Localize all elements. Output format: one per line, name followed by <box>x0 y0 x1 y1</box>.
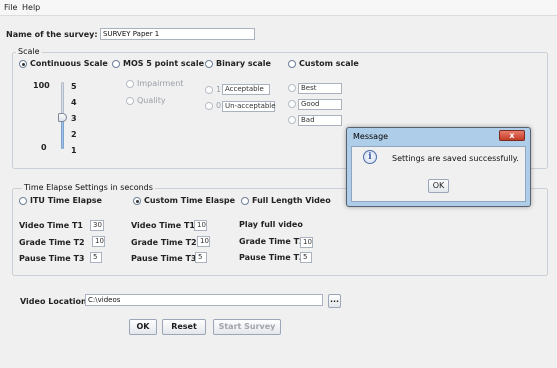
binary-one-label: 1 <box>216 85 222 94</box>
itu-t2-label: Grade Time T2 <box>19 238 85 247</box>
ok-button[interactable]: OK <box>129 319 157 335</box>
slider-tick-label: 5 <box>71 82 77 91</box>
slider-tick-label: 1 <box>71 146 77 155</box>
binary-scale-radio[interactable] <box>205 60 213 68</box>
mos5-scale-radio[interactable] <box>112 60 120 68</box>
mos-quality-label: Quality <box>137 96 166 105</box>
full-length-label: Full Length Video <box>252 196 331 205</box>
continuous-scale-label: Continuous Scale <box>30 59 108 68</box>
custom-bad-radio[interactable] <box>288 116 296 124</box>
slider-tick-label: 2 <box>71 130 77 139</box>
custom-time-label: Custom Time Elaspe <box>144 196 236 205</box>
survey-name-label: Name of the survey: <box>6 30 98 39</box>
continuous-scale-radio[interactable] <box>19 60 27 68</box>
start-survey-button[interactable]: Start Survey <box>213 319 281 335</box>
dialog-titlebar[interactable]: Message x <box>347 128 530 144</box>
binary-acceptable-field[interactable]: Acceptable <box>222 84 270 95</box>
custom-best-radio[interactable] <box>288 84 296 92</box>
menu-help[interactable]: Help <box>22 3 40 12</box>
full-play-label: Play full video <box>239 220 303 229</box>
slider-max-label: 100 <box>33 81 50 90</box>
custom-t2-label: Grade Time T2 <box>131 238 197 247</box>
dialog-close-button[interactable]: x <box>499 130 525 141</box>
binary-unacceptable-field[interactable]: Un-acceptable <box>222 101 276 112</box>
full-t2-field[interactable]: 10 <box>300 237 313 248</box>
itu-t1-label: Video Time T1 <box>19 221 83 230</box>
full-t3-label: Pause Time T3 <box>239 253 305 262</box>
mos-impairment-label: Impairment <box>137 79 184 88</box>
custom-good-field[interactable]: Good <box>298 99 342 110</box>
slider-tick-label: 3 <box>71 114 77 123</box>
full-t3-field[interactable]: 5 <box>300 252 312 263</box>
time-group-title: Time Elapse Settings in seconds <box>22 183 155 192</box>
custom-t2-field[interactable]: 10 <box>197 236 210 247</box>
survey-name-input[interactable]: SURVEY Paper 1 <box>100 28 255 40</box>
binary-scale-label: Binary scale <box>216 59 271 68</box>
itu-t3-field[interactable]: 5 <box>90 252 102 263</box>
dialog-message: Settings are saved successfully. <box>392 154 519 163</box>
mos5-scale-label: MOS 5 point scale <box>123 59 204 68</box>
itu-t1-field[interactable]: 30 <box>90 220 104 231</box>
itu-time-radio[interactable] <box>19 197 27 205</box>
slider-min-label: 0 <box>41 143 47 152</box>
dialog-body: i Settings are saved successfully. OK <box>351 146 526 202</box>
itu-time-label: ITU Time Elapse <box>30 196 102 205</box>
binary-zero-radio[interactable] <box>205 102 213 110</box>
itu-t3-label: Pause Time T3 <box>19 254 85 263</box>
video-location-input[interactable]: C:\videos <box>85 294 323 306</box>
scale-group-title: Scale <box>16 47 42 56</box>
custom-scale-radio[interactable] <box>288 60 296 68</box>
binary-zero-label: 0 <box>216 101 222 110</box>
slider-fill <box>61 119 64 149</box>
custom-bad-field[interactable]: Bad <box>298 115 342 126</box>
full-length-radio[interactable] <box>241 197 249 205</box>
browse-button[interactable]: ... <box>328 294 341 308</box>
custom-good-radio[interactable] <box>288 100 296 108</box>
custom-best-field[interactable]: Best <box>298 83 342 94</box>
custom-time-radio[interactable] <box>133 197 141 205</box>
mos-quality-radio[interactable] <box>126 97 134 105</box>
video-location-label: Video Location: <box>20 297 90 306</box>
reset-button[interactable]: Reset <box>162 319 206 335</box>
mos-impairment-radio[interactable] <box>126 80 134 88</box>
custom-t3-label: Pause Time T3 <box>131 254 197 263</box>
info-icon: i <box>363 150 377 164</box>
message-dialog: Message x i Settings are saved successfu… <box>346 127 531 207</box>
menu-file[interactable]: File <box>4 3 17 12</box>
slider-tick-label: 4 <box>71 98 77 107</box>
dialog-ok-button[interactable]: OK <box>428 179 449 193</box>
slider-thumb[interactable] <box>58 113 67 122</box>
custom-scale-label: Custom scale <box>299 59 359 68</box>
custom-t1-field[interactable]: 10 <box>194 220 207 231</box>
custom-t1-label: Video Time T1 <box>131 221 195 230</box>
full-t2-label: Grade Time T2 <box>239 237 305 246</box>
dialog-title: Message <box>353 132 389 141</box>
custom-t3-field[interactable]: 5 <box>195 252 207 263</box>
itu-t2-field[interactable]: 10 <box>92 236 105 247</box>
binary-one-radio[interactable] <box>205 86 213 94</box>
menu-bar: File Help <box>0 0 557 16</box>
